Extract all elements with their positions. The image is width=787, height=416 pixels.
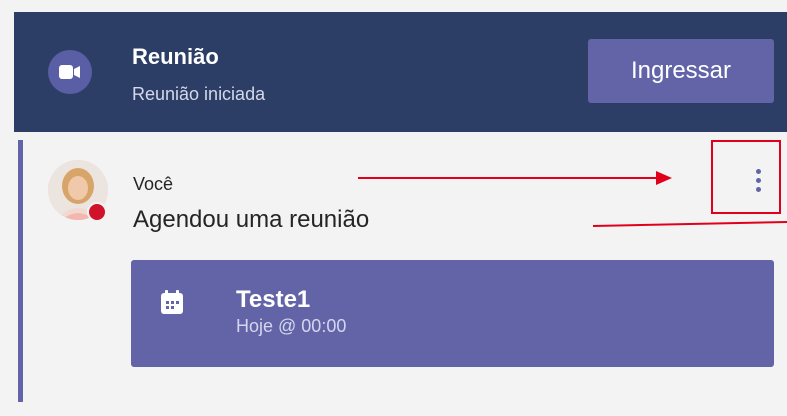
dot-2 (755, 177, 761, 183)
meeting-card-time: Hoje @ 00:00 (236, 316, 347, 336)
meeting-banner: Reunião Reunião iniciada Ingressar (14, 12, 787, 132)
video-camera-icon (48, 50, 92, 94)
thread-indicator (18, 140, 23, 402)
meeting-card-title: Teste1 (236, 286, 311, 313)
presence-busy-indicator (87, 202, 107, 222)
dot-1 (755, 168, 761, 174)
message-text: Agendou uma reunião (133, 206, 370, 233)
meeting-card[interactable]: Teste1 Hoje @ 00:00 (131, 260, 774, 367)
join-button[interactable]: Ingressar (588, 39, 774, 103)
meeting-title: Reunião (132, 44, 219, 69)
calendar-icon (161, 290, 183, 314)
meeting-status: Reunião iniciada (132, 84, 266, 104)
dot-3 (755, 186, 761, 192)
message-sender: Você (133, 174, 174, 194)
more-options-icon[interactable] (744, 162, 772, 198)
